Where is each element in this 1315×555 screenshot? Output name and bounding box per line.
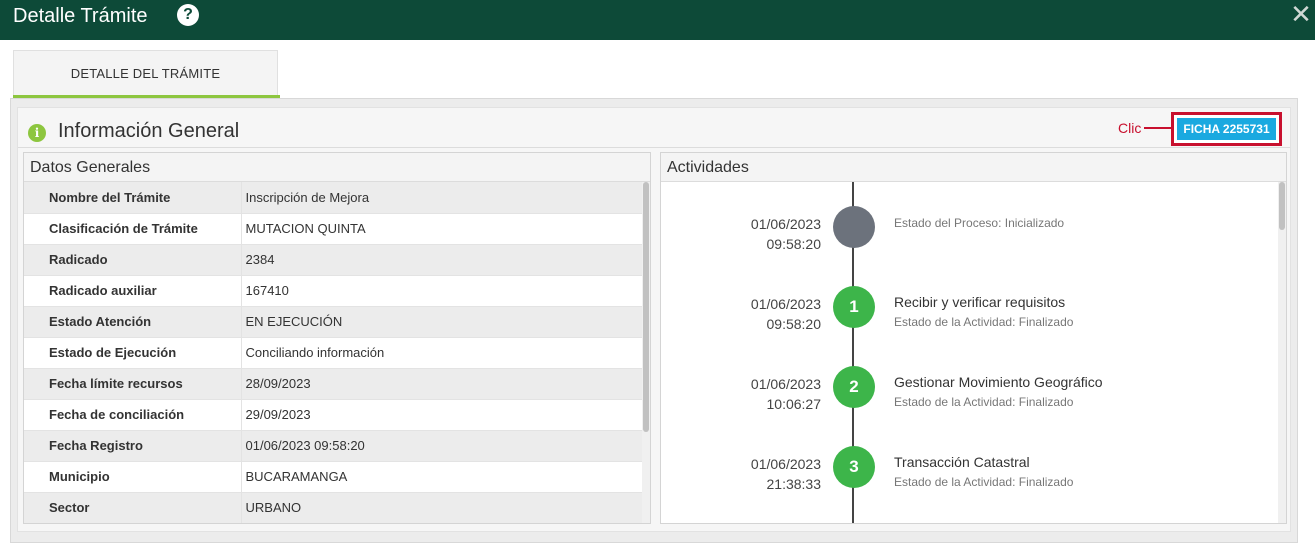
activity-time: 10:06:27 [766, 396, 822, 412]
section-title: Información General [58, 120, 240, 142]
activity-item: 01/06/2023 09:58:20 Estado del Proceso: In… [661, 206, 1261, 274]
table-row: Estado de Ejecución Conciliando informaci… [24, 337, 644, 369]
activity-date: 01/06/2023 [750, 296, 821, 312]
scrollbar-thumb[interactable] [1279, 182, 1285, 230]
annotation-arrow [1144, 127, 1172, 129]
card-title: Actividades [667, 159, 749, 176]
datos-generales-card: Datos Generales Nombre del Trámite Inscri… [23, 152, 651, 524]
activity-state: Estado del Proceso: Inicializado [894, 216, 1065, 230]
activity-item: 01/06/2023 10:06:27 2 Gestionar Movimiento … [661, 366, 1261, 434]
field-value: URBANO [240, 492, 644, 523]
title-bar: Detalle Trámite ? ✕ [0, 0, 1315, 40]
activity-datetime: 01/06/2023 10:06:27 [701, 374, 821, 414]
activity-name: Recibir y verificar requisitos [894, 294, 1066, 310]
activity-name: Gestionar Movimiento Geográfico [894, 374, 1103, 390]
table-row: Nombre del Trámite Inscripción de Mejora [24, 182, 644, 214]
tab-detalle-del-tramite[interactable]: DETALLE DEL TRÁMITE [13, 50, 280, 98]
activity-datetime: 01/06/2023 09:58:20 [701, 294, 821, 334]
field-value: 2384 [240, 244, 644, 276]
scrollbar[interactable] [642, 182, 650, 523]
field-value: Inscripción de Mejora [240, 182, 644, 214]
actividades-card: Actividades 01/06/2023 09:58:20 Estado del… [660, 152, 1287, 524]
field-label: Radicado auxiliar [24, 275, 241, 307]
activity-state: Estado de la Actividad: Finalizado [894, 395, 1074, 409]
field-label: Clasificación de Trámite [24, 213, 241, 245]
tab-label: DETALLE DEL TRÁMITE [70, 66, 221, 81]
table-row: Clasificación de Trámite MUTACION QUINTA [24, 213, 644, 245]
activity-time: 09:58:20 [766, 236, 822, 252]
scrollbar[interactable] [1278, 182, 1286, 523]
activity-node [833, 206, 875, 248]
activity-time: 09:58:20 [766, 316, 822, 332]
table-row: Radicado 2384 [24, 244, 644, 276]
field-label: Sector [24, 492, 241, 523]
activity-state: Estado de la Actividad: Finalizado [894, 475, 1074, 489]
table-row: Fecha Registro 01/06/2023 09:58:20 [24, 430, 644, 462]
info-icon: i [28, 124, 46, 142]
field-value: Conciliando información [240, 337, 644, 369]
scrollbar-thumb[interactable] [643, 182, 649, 432]
card-header: Datos Generales [24, 153, 650, 182]
close-icon[interactable]: ✕ [1289, 0, 1313, 28]
field-value: BUCARAMANGA [240, 461, 644, 493]
activity-node: 3 [833, 446, 875, 488]
activity-date: 01/06/2023 [750, 376, 821, 392]
activity-date: 01/06/2023 [750, 216, 821, 232]
field-value: 01/06/2023 09:58:20 [240, 430, 644, 462]
window-title: Detalle Trámite [13, 5, 148, 27]
table-row: Sector URBANO [24, 492, 644, 523]
activity-datetime: 01/06/2023 09:58:20 [701, 214, 821, 254]
section-header: i Información General Clic FICHA 2255731 [18, 108, 1290, 148]
activity-item: 01/06/2023 21:38:33 3 Transacción Catastral… [661, 446, 1261, 514]
card-header: Actividades [661, 153, 1286, 182]
field-value: 167410 [240, 275, 644, 307]
activity-time: 21:38:33 [766, 476, 822, 492]
card-title: Datos Generales [30, 159, 151, 176]
field-value: MUTACION QUINTA [240, 213, 644, 245]
activity-item: 01/06/2023 09:58:20 1 Recibir y verificar r… [661, 286, 1261, 354]
table-row: Fecha límite recursos 28/09/2023 [24, 368, 644, 400]
field-label: Fecha Registro [24, 430, 241, 462]
field-label: Estado de Ejecución [24, 337, 241, 369]
table-row: Radicado auxiliar 167410 [24, 275, 644, 307]
field-label: Municipio [24, 461, 241, 493]
help-icon[interactable]: ? [177, 4, 199, 26]
activity-node: 1 [833, 286, 875, 328]
field-label: Estado Atención [24, 306, 241, 338]
tab-content-panel: i Información General Clic FICHA 2255731… [10, 98, 1298, 543]
table-row: Municipio BUCARAMANGA [24, 461, 644, 493]
activity-state: Estado de la Actividad: Finalizado [894, 315, 1074, 329]
field-value: 29/09/2023 [240, 399, 644, 431]
field-label: Nombre del Trámite [24, 182, 241, 214]
activity-node: 2 [833, 366, 875, 408]
informacion-general-section: i Información General Clic FICHA 2255731… [17, 107, 1291, 532]
field-value: 28/09/2023 [240, 368, 644, 400]
activity-name: Transacción Catastral [894, 454, 1030, 470]
field-label: Fecha de conciliación [24, 399, 241, 431]
activity-date: 01/06/2023 [750, 456, 821, 472]
datos-generales-table: Nombre del Trámite Inscripción de Mejora C… [24, 182, 644, 523]
field-value: EN EJECUCIÓN [240, 306, 644, 338]
field-label: Fecha límite recursos [24, 368, 241, 400]
table-row: Fecha de conciliación 29/09/2023 [24, 399, 644, 431]
click-annotation: Clic [1118, 120, 1142, 136]
field-label: Radicado [24, 244, 241, 276]
table-row: Estado Atención EN EJECUCIÓN [24, 306, 644, 338]
annotation-highlight-box: FICHA 2255731 [1171, 112, 1282, 146]
activity-datetime: 01/06/2023 21:38:33 [701, 454, 821, 494]
ficha-button[interactable]: FICHA 2255731 [1177, 118, 1276, 140]
